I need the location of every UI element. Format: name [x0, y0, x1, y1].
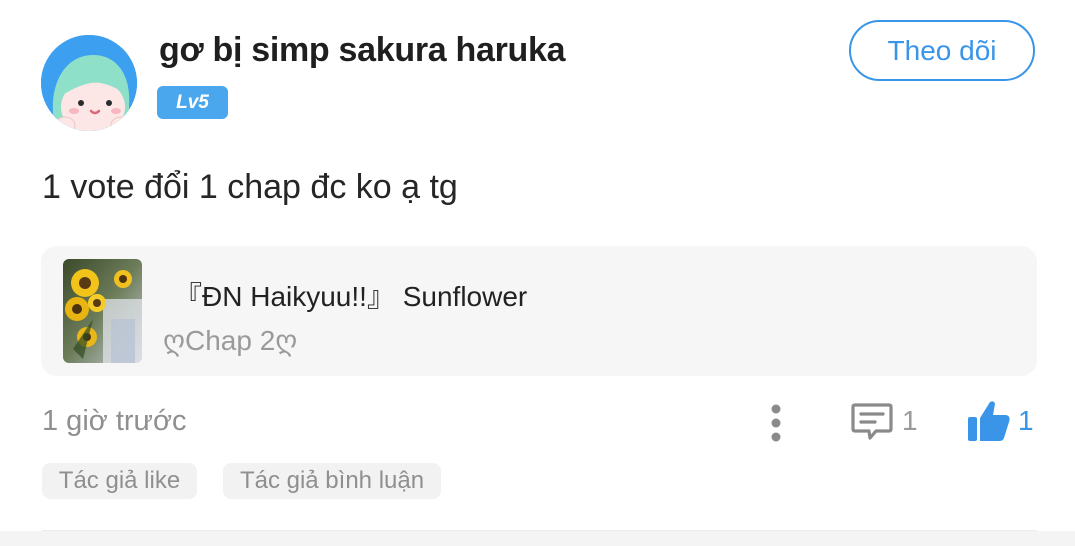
- cartoon-avatar-icon: [41, 35, 137, 131]
- reply-button[interactable]: 1: [850, 399, 918, 443]
- author-avatar[interactable]: [41, 35, 137, 131]
- like-button[interactable]: 1: [966, 398, 1034, 444]
- like-count: 1: [1018, 405, 1034, 436]
- level-badge: Lv5: [157, 86, 228, 119]
- follow-button[interactable]: Theo dõi: [849, 20, 1035, 81]
- story-chapter: ღChap 2ღ: [163, 325, 298, 356]
- author-liked-tag: Tác giả like: [42, 463, 197, 499]
- story-cover-image: [63, 259, 142, 363]
- comment-icon: [851, 403, 893, 440]
- comment-text: 1 vote đổi 1 chap đc ko ạ tg: [42, 168, 458, 206]
- more-options-button[interactable]: [762, 402, 790, 444]
- reply-count: 1: [902, 405, 918, 436]
- thumbs-up-icon: [968, 401, 1010, 441]
- more-vertical-icon: [771, 404, 781, 442]
- author-replied-tag: Tác giả bình luận: [223, 463, 441, 499]
- author-name[interactable]: gơ bị simp sakura haruka: [159, 31, 566, 70]
- story-card[interactable]: 『ĐN Haikyuu!!』 Sunflower ღChap 2ღ: [41, 246, 1037, 376]
- section-separator: [0, 531, 1075, 546]
- sunflower-cover-image: [63, 259, 142, 363]
- story-title: 『ĐN Haikyuu!!』 Sunflower: [174, 281, 528, 312]
- comment-timestamp: 1 giờ trước: [42, 405, 187, 437]
